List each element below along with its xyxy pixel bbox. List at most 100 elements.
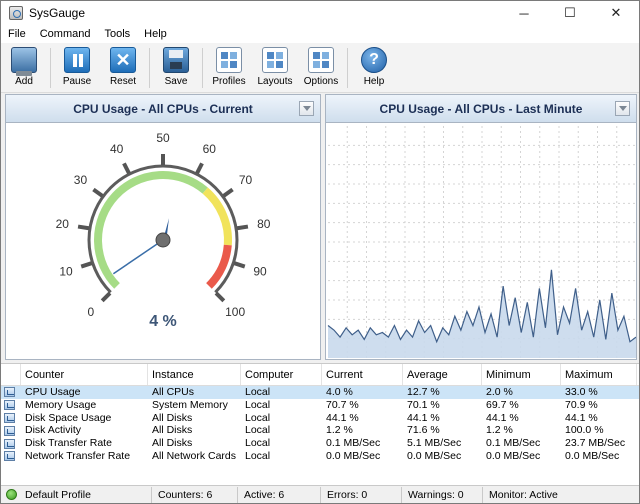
history-panel-dropdown-button[interactable] — [615, 101, 630, 116]
help-icon: ? — [361, 47, 387, 73]
toolbar: Add Pause ✕ Reset Save Profiles Layouts … — [1, 43, 639, 93]
menu-command[interactable]: Command — [33, 28, 98, 40]
add-button[interactable]: Add — [1, 43, 47, 93]
gauge-tick — [80, 261, 93, 269]
header-icon-column — [1, 364, 21, 385]
options-icon — [308, 47, 334, 73]
cell-instance: All CPUs — [152, 386, 195, 398]
history-body — [326, 124, 637, 359]
profiles-button[interactable]: Profiles — [206, 43, 252, 93]
table-row[interactable]: CPU Usage All CPUs Local 4.0 % 12.7 % 2.0 % 33… — [1, 386, 639, 399]
toolbar-separator — [347, 48, 348, 88]
status-errors: Errors: 0 — [321, 486, 402, 503]
cell-counter: CPU Usage — [25, 386, 81, 398]
layouts-button[interactable]: Layouts — [252, 43, 298, 93]
counter-icon-cell — [1, 451, 21, 462]
help-button[interactable]: ? Help — [351, 43, 397, 93]
header-counter[interactable]: Counter — [21, 364, 148, 385]
gauge-panel-dropdown-button[interactable] — [299, 101, 314, 116]
counter-icon-cell — [1, 438, 21, 449]
save-button[interactable]: Save — [153, 43, 199, 93]
gauge-tick — [77, 224, 90, 231]
cell-current: 0.1 MB/Sec — [326, 437, 381, 450]
counters-table: Counter Instance Computer Current Averag… — [1, 363, 639, 485]
history-panel: CPU Usage - All CPUs - Last Minute — [325, 94, 637, 360]
reset-button[interactable]: ✕ Reset — [100, 43, 146, 93]
save-icon — [163, 47, 189, 73]
header-maximum[interactable]: Maximum — [561, 364, 637, 385]
cell-counter: Memory Usage — [25, 398, 97, 411]
close-button[interactable]: ✕ — [593, 1, 639, 25]
history-panel-title: CPU Usage - All CPUs - Last Minute — [379, 101, 583, 116]
cell-counter: Disk Space Usage — [25, 411, 112, 424]
header-current[interactable]: Current — [322, 364, 403, 385]
cell-average: 5.1 MB/Sec — [407, 437, 462, 450]
table-row[interactable]: Disk Space Usage All Disks Local 44.1 % 44.1… — [1, 412, 639, 425]
menu-file[interactable]: File — [1, 28, 33, 40]
toolbar-separator — [50, 48, 51, 88]
gauge-tick — [214, 291, 226, 303]
cell-maximum: 33.0 % — [565, 386, 598, 398]
app-icon — [9, 6, 23, 20]
status-counters: Counters: 6 — [152, 486, 238, 503]
chart-icon — [4, 425, 15, 436]
window-controls: ─ ☐ ✕ — [501, 1, 639, 25]
table-row[interactable]: Disk Activity All Disks Local 1.2 % 71.6 % 1.… — [1, 424, 639, 437]
table-row[interactable]: Memory Usage System Memory Local 70.7 % 70.1… — [1, 399, 639, 412]
gauge-tick — [222, 187, 234, 198]
cell-instance: All Disks — [152, 424, 193, 437]
save-label: Save — [164, 76, 188, 87]
gauge-tick-label: 70 — [239, 173, 253, 187]
add-label: Add — [15, 76, 33, 87]
cell-average: 71.6 % — [407, 424, 440, 437]
status-monitor: Monitor: Active — [489, 488, 558, 501]
header-minimum[interactable]: Minimum — [482, 364, 561, 385]
reset-icon: ✕ — [110, 47, 136, 73]
maximize-button[interactable]: ☐ — [547, 1, 593, 25]
computer-icon — [11, 47, 37, 76]
gauge-body: 0 10 20 30 40 50 60 70 80 90 100 4 % — [6, 124, 320, 359]
pause-button[interactable]: Pause — [54, 43, 100, 93]
cell-computer: Local — [245, 411, 271, 424]
menu-help[interactable]: Help — [137, 28, 174, 40]
status-profile: Default Profile — [25, 486, 152, 503]
cell-counter: Network Transfer Rate — [25, 449, 131, 462]
table-row[interactable]: Network Transfer Rate All Network Cards Lo… — [1, 450, 639, 463]
cell-computer: Local — [245, 398, 271, 411]
table-row[interactable]: Disk Transfer Rate All Disks Local 0.1 MB/S… — [1, 437, 639, 450]
header-instance[interactable]: Instance — [148, 364, 241, 385]
cell-instance: All Disks — [152, 437, 193, 450]
header-average[interactable]: Average — [403, 364, 482, 385]
cell-computer: Local — [245, 424, 271, 437]
cell-instance: All Disks — [152, 411, 193, 424]
cell-minimum: 0.0 MB/Sec — [486, 449, 541, 462]
cell-current: 44.1 % — [326, 411, 359, 424]
cell-average: 0.0 MB/Sec — [407, 449, 462, 462]
gauge-tick — [195, 162, 204, 175]
menu-bar: File Command Tools Help — [1, 25, 639, 43]
gauge-tick — [236, 224, 249, 231]
cell-maximum: 100.0 % — [565, 424, 604, 437]
cell-computer: Local — [245, 437, 271, 450]
help-label: Help — [363, 76, 385, 87]
header-computer[interactable]: Computer — [241, 364, 322, 385]
gauge-panel: CPU Usage - All CPUs - Current 0 10 20 30 40… — [5, 94, 321, 360]
title-bar: SysGauge ─ ☐ ✕ — [1, 1, 639, 25]
table-header: Counter Instance Computer Current Averag… — [1, 364, 639, 386]
menu-tools[interactable]: Tools — [97, 28, 137, 40]
gauge-tick-label: 10 — [59, 265, 73, 279]
cell-maximum: 23.7 MB/Sec — [565, 437, 626, 450]
chart-icon — [4, 400, 15, 411]
gauge-tick — [100, 291, 112, 303]
cell-computer: Local — [245, 449, 271, 462]
gauge-tick-label: 50 — [156, 131, 170, 145]
gauge-tick-label: 100 — [225, 305, 245, 319]
cpu-history-chart — [327, 126, 637, 358]
reset-label: Reset — [109, 76, 137, 87]
cell-instance: System Memory — [152, 398, 228, 411]
history-area — [328, 269, 636, 358]
layouts-icon — [262, 47, 288, 73]
app-window: SysGauge ─ ☐ ✕ File Command Tools Help A… — [0, 0, 640, 504]
minimize-button[interactable]: ─ — [501, 1, 547, 25]
options-button[interactable]: Options — [298, 43, 344, 93]
